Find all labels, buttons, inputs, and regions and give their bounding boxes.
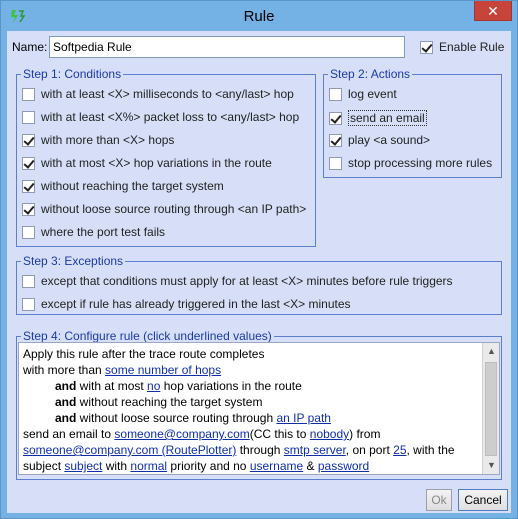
configure-group: Step 4: Configure rule (click underlined…: [16, 329, 502, 480]
conditions-title: Step 1: Conditions: [21, 67, 124, 81]
exception-label: except that conditions must apply for at…: [41, 274, 453, 288]
action-item[interactable]: play <a sound>: [329, 133, 430, 147]
condition-check: [22, 179, 35, 193]
exception-item[interactable]: except if rule has already triggered in …: [22, 297, 351, 311]
dialog-body: Name: Softpedia Rule Enable Rule Step 1:…: [7, 31, 511, 513]
condition-item[interactable]: without reaching the target system: [22, 179, 224, 193]
condition-item[interactable]: where the port test fails: [22, 225, 165, 239]
enable-rule-check: [420, 40, 433, 54]
scroll-thumb[interactable]: [485, 362, 497, 456]
condition-label: without loose source routing through <an…: [41, 202, 307, 216]
condition-check: [22, 225, 35, 239]
action-check: [329, 111, 342, 125]
hop-variations-link[interactable]: no: [147, 379, 160, 393]
condition-check: [22, 110, 35, 124]
cancel-button[interactable]: Cancel: [458, 489, 508, 511]
condition-label: with at least <X> milliseconds to <any/l…: [41, 87, 294, 101]
ok-button[interactable]: Ok: [426, 489, 452, 511]
action-check: [329, 133, 342, 147]
username-link[interactable]: username: [250, 459, 303, 473]
exception-check: [22, 297, 35, 311]
configure-title: Step 4: Configure rule (click underlined…: [21, 329, 274, 343]
name-label: Name:: [12, 40, 48, 54]
password-link[interactable]: password: [318, 459, 369, 473]
action-item[interactable]: stop processing more rules: [329, 156, 492, 170]
exceptions-title: Step 3: Exceptions: [21, 254, 126, 268]
hops-link[interactable]: some number of hops: [105, 363, 221, 377]
condition-item[interactable]: with at least <X> milliseconds to <any/l…: [22, 87, 294, 101]
condition-check: [22, 133, 35, 147]
rule-dialog: Rule ✕ Name: Softpedia Rule Enable Rule …: [0, 0, 518, 519]
desc-line: and with at most no hop variations in th…: [55, 379, 302, 393]
scroll-down-icon[interactable]: ▼: [483, 457, 499, 474]
scroll-up-icon[interactable]: ▲: [483, 343, 499, 360]
action-check: [329, 87, 342, 101]
condition-label: with more than <X> hops: [41, 133, 175, 147]
condition-item[interactable]: with more than <X> hops: [22, 133, 174, 147]
title-bar[interactable]: Rule ✕: [1, 1, 517, 31]
condition-label: where the port test fails: [41, 225, 166, 239]
condition-item[interactable]: with at least <X%> packet loss to <any/l…: [22, 110, 299, 124]
rule-description: Apply this rule after the trace route co…: [18, 342, 500, 475]
condition-check: [22, 156, 35, 170]
desc-line: and without reaching the target system: [55, 395, 263, 409]
enable-rule-checkbox[interactable]: Enable Rule: [420, 40, 504, 54]
condition-item[interactable]: without loose source routing through <an…: [22, 202, 306, 216]
conditions-group: Step 1: Conditions with at least <X> mil…: [16, 67, 316, 247]
cc-link[interactable]: nobody: [310, 427, 349, 441]
actions-title: Step 2: Actions: [328, 67, 413, 81]
smtp-server-link[interactable]: smtp server: [284, 443, 346, 457]
ip-path-link[interactable]: an IP path: [276, 411, 331, 425]
action-item[interactable]: send an email: [329, 110, 427, 126]
email-to-link[interactable]: someone@company.com: [114, 427, 249, 441]
condition-label: with at most <X> hop variations in the r…: [41, 156, 272, 170]
exceptions-group: Step 3: Exceptions except that condition…: [16, 254, 502, 315]
action-label: log event: [348, 87, 397, 101]
description-scrollbar[interactable]: ▲ ▼: [482, 343, 499, 474]
rule-name-input[interactable]: Softpedia Rule: [49, 36, 405, 58]
desc-line: send an email to someone@company.com(CC …: [23, 427, 381, 441]
action-label: stop processing more rules: [348, 156, 493, 170]
email-from-link[interactable]: someone@company.com (RoutePlotter): [23, 443, 236, 457]
action-item[interactable]: log event: [329, 87, 397, 101]
condition-check: [22, 202, 35, 216]
action-label: send an email: [348, 110, 427, 126]
desc-line: Apply this rule after the trace route co…: [23, 347, 265, 361]
subject-link[interactable]: subject: [64, 459, 102, 473]
desc-line: and without loose source routing through…: [55, 411, 331, 425]
desc-line: someone@company.com (RoutePlotter) throu…: [23, 443, 455, 457]
port-link[interactable]: 25: [393, 443, 406, 457]
condition-label: without reaching the target system: [41, 179, 224, 193]
condition-item[interactable]: with at most <X> hop variations in the r…: [22, 156, 272, 170]
desc-line: subject subject with normal priority and…: [23, 459, 370, 473]
actions-group: Step 2: Actions log event send an email …: [323, 67, 502, 178]
enable-rule-label: Enable Rule: [439, 40, 505, 54]
desc-line: with more than some number of hops: [23, 363, 222, 377]
condition-label: with at least <X%> packet loss to <any/l…: [41, 110, 300, 124]
exception-label: except if rule has already triggered in …: [41, 297, 351, 311]
close-button[interactable]: ✕: [474, 1, 512, 21]
condition-check: [22, 87, 35, 101]
action-check: [329, 156, 342, 170]
exception-check: [22, 274, 35, 288]
window-title: Rule: [243, 8, 275, 25]
exception-item[interactable]: except that conditions must apply for at…: [22, 274, 453, 288]
priority-link[interactable]: normal: [130, 459, 167, 473]
action-label: play <a sound>: [348, 133, 431, 147]
